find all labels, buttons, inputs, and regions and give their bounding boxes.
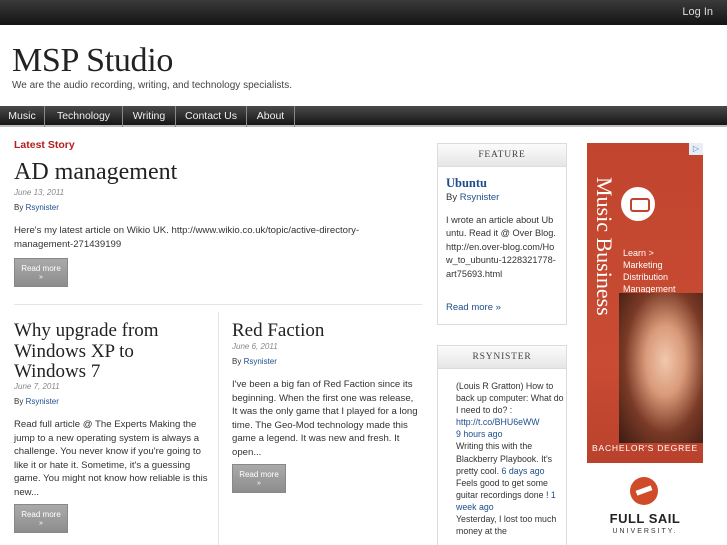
left-post-title[interactable]: Why upgrade from Windows XP to Windows 7 bbox=[14, 320, 204, 383]
right-post-title[interactable]: Red Faction bbox=[232, 320, 324, 342]
site-title[interactable]: MSP Studio bbox=[12, 42, 173, 80]
feature-title[interactable]: Ubuntu bbox=[446, 176, 487, 191]
nav-item-about[interactable]: About bbox=[247, 106, 295, 127]
left-post-date: June 7, 2011 bbox=[14, 382, 60, 391]
tweet-time-link[interactable]: 9 hours ago bbox=[456, 429, 502, 439]
right-post-excerpt: I've been a big fan of Red Faction since… bbox=[232, 379, 418, 458]
read-more-arrow-icon: » bbox=[257, 480, 261, 487]
main-post-excerpt: Here's my latest article on Wikio UK. ht… bbox=[14, 225, 360, 250]
read-more-label: Read more bbox=[239, 470, 279, 479]
tweet-item: Feels good to get some guitar recordings… bbox=[456, 477, 566, 513]
latest-story-label: Latest Story bbox=[14, 139, 75, 151]
ad-choices-icon[interactable]: ▷ bbox=[689, 143, 703, 155]
byline-label: By bbox=[14, 203, 24, 212]
read-more-arrow-icon: » bbox=[39, 274, 43, 281]
read-more-label: Read more bbox=[21, 510, 61, 519]
byline-label: By bbox=[232, 357, 242, 366]
feature-read-more-link[interactable]: Read more » bbox=[446, 302, 501, 313]
ad-school-subtitle: UNIVERSITY. bbox=[612, 528, 678, 535]
left-post-excerpt: Read full article @ The Experts Making t… bbox=[14, 419, 208, 498]
left-post-read-more-button[interactable]: Read more » bbox=[14, 504, 68, 533]
nav-item-music[interactable]: Music bbox=[0, 106, 45, 127]
nav-item-contact-us[interactable]: Contact Us bbox=[176, 106, 247, 127]
read-more-arrow-icon: » bbox=[39, 520, 43, 527]
post-divider bbox=[14, 304, 422, 305]
ad-degree-label: BACHELOR'S DEGREE bbox=[592, 443, 698, 453]
ad-line: Marketing bbox=[623, 260, 663, 270]
login-link[interactable]: Log In bbox=[682, 6, 713, 18]
tweet-item: Writing this with the Blackberry Playboo… bbox=[456, 440, 566, 476]
tweet-list: (Louis R Gratton) How to back up compute… bbox=[456, 380, 566, 537]
tweet-text: Yesterday, I lost too much money at the bbox=[456, 514, 557, 537]
ad-school-name: FULL SAIL bbox=[609, 511, 681, 526]
byline-label: By bbox=[446, 192, 458, 203]
main-nav: Music Technology Writing Contact Us Abou… bbox=[0, 106, 727, 127]
feature-heading: FEATURE bbox=[438, 144, 566, 167]
ad-course-list: Learn > Marketing Distribution Managemen… bbox=[623, 247, 703, 295]
right-post-date: June 6, 2011 bbox=[232, 342, 278, 351]
right-post-byline: By Rsynister bbox=[232, 357, 277, 366]
column-divider bbox=[218, 312, 219, 545]
nav-item-writing[interactable]: Writing bbox=[123, 106, 176, 127]
feature-box: FEATURE Ubuntu By Rsynister I wrote an a… bbox=[437, 143, 567, 325]
full-sail-logo-icon bbox=[630, 477, 658, 505]
read-more-label: Read more bbox=[21, 264, 61, 273]
tweet-time-link[interactable]: 6 days ago bbox=[501, 466, 544, 476]
feature-byline: By Rsynister bbox=[446, 192, 499, 203]
left-post-author[interactable]: Rsynister bbox=[26, 397, 59, 406]
main-post-read-more-button[interactable]: Read more » bbox=[14, 258, 68, 287]
advertisement-banner[interactable]: ▷ Music Business Learn > Marketing Distr… bbox=[587, 143, 703, 545]
byline-label: By bbox=[14, 397, 24, 406]
site-description: We are the audio recording, writing, and… bbox=[12, 80, 292, 91]
ad-laptop-icon bbox=[621, 187, 655, 221]
feature-text: I wrote an article about Ubuntu. Read it… bbox=[446, 215, 556, 279]
right-post-read-more-button[interactable]: Read more » bbox=[232, 464, 286, 493]
left-post-byline: By Rsynister bbox=[14, 397, 59, 406]
top-bar: Log In bbox=[0, 0, 727, 25]
main-post-author[interactable]: Rsynister bbox=[26, 203, 59, 212]
main-post-date: June 13, 2011 bbox=[14, 188, 65, 197]
tweet-text: Feels good to get some guitar recordings… bbox=[456, 477, 551, 500]
twitter-box: RSYNISTER (Louis R Gratton) How to back … bbox=[437, 345, 567, 545]
ad-vertical-text: Music Business bbox=[592, 177, 619, 377]
ad-logo-panel: FULL SAIL UNIVERSITY. bbox=[587, 463, 703, 545]
ad-line: Distribution bbox=[623, 272, 669, 282]
ad-photo bbox=[619, 293, 703, 443]
main-post-title[interactable]: AD management bbox=[14, 159, 177, 186]
tweet-text: (Louis R Gratton) How to back up compute… bbox=[456, 381, 564, 416]
tweet-link[interactable]: http://t.co/BHU6eWW bbox=[456, 417, 540, 427]
tweet-item: (Louis R Gratton) How to back up compute… bbox=[456, 380, 566, 440]
nav-item-technology[interactable]: Technology bbox=[45, 106, 123, 127]
ad-line: Learn > bbox=[623, 248, 654, 258]
feature-author[interactable]: Rsynister bbox=[460, 192, 500, 203]
tweet-item: Yesterday, I lost too much money at the bbox=[456, 513, 566, 537]
twitter-heading: RSYNISTER bbox=[438, 346, 566, 369]
right-post-author[interactable]: Rsynister bbox=[244, 357, 277, 366]
ad-vertical-label: Music Business bbox=[592, 177, 617, 316]
main-post-byline: By Rsynister bbox=[14, 203, 59, 212]
